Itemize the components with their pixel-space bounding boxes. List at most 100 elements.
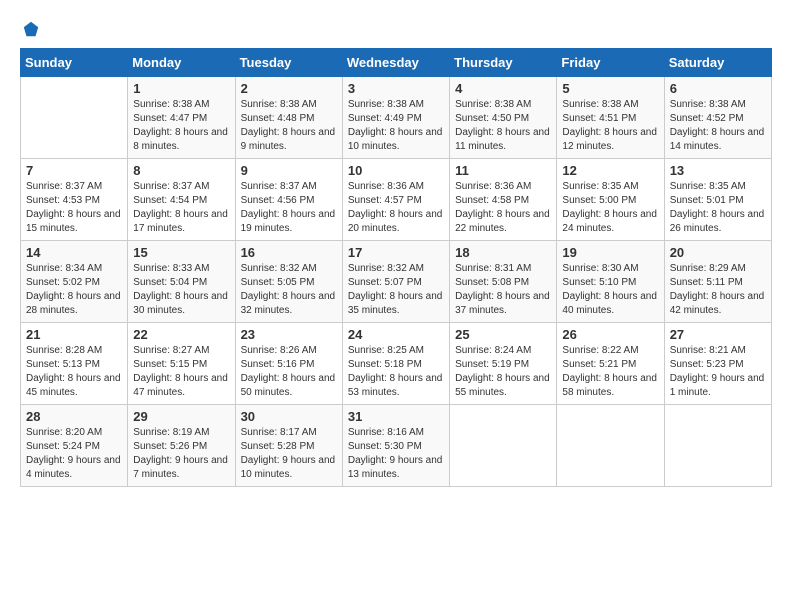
- day-info: Sunrise: 8:32 AMSunset: 5:05 PMDaylight:…: [241, 262, 337, 318]
- calendar-cell: 20 Sunrise: 8:29 AMSunset: 5:11 PMDayligh…: [664, 241, 771, 323]
- calendar-cell: 8 Sunrise: 8:37 AMSunset: 4:54 PMDaylight…: [128, 159, 235, 241]
- calendar-cell: 19 Sunrise: 8:30 AMSunset: 5:10 PMDayligh…: [557, 241, 664, 323]
- day-number: 26: [562, 327, 658, 342]
- day-info: Sunrise: 8:19 AMSunset: 5:26 PMDaylight:…: [133, 426, 229, 482]
- day-info: Sunrise: 8:37 AMSunset: 4:54 PMDaylight:…: [133, 180, 229, 236]
- day-number: 31: [348, 409, 444, 424]
- day-info: Sunrise: 8:37 AMSunset: 4:53 PMDaylight:…: [26, 180, 122, 236]
- calendar-cell: 24 Sunrise: 8:25 AMSunset: 5:18 PMDayligh…: [342, 323, 449, 405]
- day-header-friday: Friday: [557, 49, 664, 77]
- day-number: 7: [26, 163, 122, 178]
- day-number: 16: [241, 245, 337, 260]
- day-info: Sunrise: 8:31 AMSunset: 5:08 PMDaylight:…: [455, 262, 551, 318]
- day-number: 19: [562, 245, 658, 260]
- day-number: 23: [241, 327, 337, 342]
- day-number: 25: [455, 327, 551, 342]
- calendar-cell: 3Sunrise: 8:38 AMSunset: 4:49 PMDaylight…: [342, 77, 449, 159]
- day-header-wednesday: Wednesday: [342, 49, 449, 77]
- day-info: Sunrise: 8:37 AMSunset: 4:56 PMDaylight:…: [241, 180, 337, 236]
- calendar-cell: [450, 405, 557, 487]
- day-info: Sunrise: 8:22 AMSunset: 5:21 PMDaylight:…: [562, 344, 658, 400]
- day-number: 17: [348, 245, 444, 260]
- day-header-sunday: Sunday: [21, 49, 128, 77]
- day-header-saturday: Saturday: [664, 49, 771, 77]
- day-header-tuesday: Tuesday: [235, 49, 342, 77]
- day-info: Sunrise: 8:21 AMSunset: 5:23 PMDaylight:…: [670, 344, 766, 400]
- day-info: Sunrise: 8:20 AMSunset: 5:24 PMDaylight:…: [26, 426, 122, 482]
- day-info: Sunrise: 8:28 AMSunset: 5:13 PMDaylight:…: [26, 344, 122, 400]
- calendar-cell: 5 Sunrise: 8:38 AMSunset: 4:51 PMDaylight…: [557, 77, 664, 159]
- day-number: 22: [133, 327, 229, 342]
- day-info: Sunrise: 8:24 AMSunset: 5:19 PMDaylight:…: [455, 344, 551, 400]
- day-number: 18: [455, 245, 551, 260]
- day-info: Sunrise: 8:17 AMSunset: 5:28 PMDaylight:…: [241, 426, 337, 482]
- day-number: 27: [670, 327, 766, 342]
- calendar-cell: 25 Sunrise: 8:24 AMSunset: 5:19 PMDayligh…: [450, 323, 557, 405]
- calendar-cell: 4Sunrise: 8:38 AMSunset: 4:50 PMDaylight…: [450, 77, 557, 159]
- calendar-cell: 18 Sunrise: 8:31 AMSunset: 5:08 PMDayligh…: [450, 241, 557, 323]
- day-info: Sunrise: 8:33 AMSunset: 5:04 PMDaylight:…: [133, 262, 229, 318]
- day-number: 13: [670, 163, 766, 178]
- day-info: Sunrise: 8:25 AMSunset: 5:18 PMDaylight:…: [348, 344, 444, 400]
- calendar-cell: 29Sunrise: 8:19 AMSunset: 5:26 PMDayligh…: [128, 405, 235, 487]
- day-number: 14: [26, 245, 122, 260]
- day-number: 11: [455, 163, 551, 178]
- calendar-cell: 31 Sunrise: 8:16 AMSunset: 5:30 PMDayligh…: [342, 405, 449, 487]
- calendar-cell: 22 Sunrise: 8:27 AMSunset: 5:15 PMDayligh…: [128, 323, 235, 405]
- day-number: 3: [348, 81, 444, 96]
- day-info: Sunrise: 8:27 AMSunset: 5:15 PMDaylight:…: [133, 344, 229, 400]
- calendar-table: SundayMondayTuesdayWednesdayThursdayFrid…: [20, 48, 772, 487]
- calendar-cell: 1 Sunrise: 8:38 AMSunset: 4:47 PMDaylight…: [128, 77, 235, 159]
- calendar-cell: 23 Sunrise: 8:26 AMSunset: 5:16 PMDayligh…: [235, 323, 342, 405]
- calendar-cell: 9 Sunrise: 8:37 AMSunset: 4:56 PMDaylight…: [235, 159, 342, 241]
- page-header: [20, 20, 772, 38]
- calendar-cell: 6 Sunrise: 8:38 AMSunset: 4:52 PMDaylight…: [664, 77, 771, 159]
- day-number: 1: [133, 81, 229, 96]
- day-info: Sunrise: 8:16 AMSunset: 5:30 PMDaylight:…: [348, 426, 444, 482]
- day-number: 8: [133, 163, 229, 178]
- day-info: Sunrise: 8:30 AMSunset: 5:10 PMDaylight:…: [562, 262, 658, 318]
- day-info: Sunrise: 8:38 AMSunset: 4:51 PMDaylight:…: [562, 98, 658, 154]
- calendar-cell: 14 Sunrise: 8:34 AMSunset: 5:02 PMDayligh…: [21, 241, 128, 323]
- day-header-thursday: Thursday: [450, 49, 557, 77]
- day-info: Sunrise: 8:36 AMSunset: 4:57 PMDaylight:…: [348, 180, 444, 236]
- day-info: Sunrise: 8:35 AMSunset: 5:01 PMDaylight:…: [670, 180, 766, 236]
- calendar-cell: 27 Sunrise: 8:21 AMSunset: 5:23 PMDayligh…: [664, 323, 771, 405]
- day-number: 9: [241, 163, 337, 178]
- calendar-cell: [557, 405, 664, 487]
- day-number: 10: [348, 163, 444, 178]
- calendar-cell: 11 Sunrise: 8:36 AMSunset: 4:58 PMDayligh…: [450, 159, 557, 241]
- calendar-cell: 28 Sunrise: 8:20 AMSunset: 5:24 PMDayligh…: [21, 405, 128, 487]
- calendar-cell: 16 Sunrise: 8:32 AMSunset: 5:05 PMDayligh…: [235, 241, 342, 323]
- day-info: Sunrise: 8:32 AMSunset: 5:07 PMDaylight:…: [348, 262, 444, 318]
- day-info: Sunrise: 8:34 AMSunset: 5:02 PMDaylight:…: [26, 262, 122, 318]
- day-number: 6: [670, 81, 766, 96]
- day-number: 12: [562, 163, 658, 178]
- calendar-cell: [664, 405, 771, 487]
- logo: [20, 20, 42, 38]
- day-number: 20: [670, 245, 766, 260]
- day-info: Sunrise: 8:38 AMSunset: 4:52 PMDaylight:…: [670, 98, 766, 154]
- calendar-cell: [21, 77, 128, 159]
- calendar-cell: 21 Sunrise: 8:28 AMSunset: 5:13 PMDayligh…: [21, 323, 128, 405]
- calendar-cell: 10 Sunrise: 8:36 AMSunset: 4:57 PMDayligh…: [342, 159, 449, 241]
- day-info: Sunrise: 8:38 AMSunset: 4:50 PMDaylight:…: [455, 98, 551, 154]
- day-number: 5: [562, 81, 658, 96]
- day-number: 21: [26, 327, 122, 342]
- day-number: 30: [241, 409, 337, 424]
- day-number: 28: [26, 409, 122, 424]
- calendar-cell: 12 Sunrise: 8:35 AMSunset: 5:00 PMDayligh…: [557, 159, 664, 241]
- day-info: Sunrise: 8:26 AMSunset: 5:16 PMDaylight:…: [241, 344, 337, 400]
- day-info: Sunrise: 8:29 AMSunset: 5:11 PMDaylight:…: [670, 262, 766, 318]
- day-info: Sunrise: 8:36 AMSunset: 4:58 PMDaylight:…: [455, 180, 551, 236]
- calendar-cell: 13 Sunrise: 8:35 AMSunset: 5:01 PMDayligh…: [664, 159, 771, 241]
- calendar-cell: 30 Sunrise: 8:17 AMSunset: 5:28 PMDayligh…: [235, 405, 342, 487]
- day-number: 24: [348, 327, 444, 342]
- day-info: Sunrise: 8:38 AMSunset: 4:47 PMDaylight:…: [133, 98, 229, 154]
- logo-icon: [22, 20, 40, 38]
- calendar-cell: 15 Sunrise: 8:33 AMSunset: 5:04 PMDayligh…: [128, 241, 235, 323]
- day-info: Sunrise: 8:35 AMSunset: 5:00 PMDaylight:…: [562, 180, 658, 236]
- calendar-cell: 17 Sunrise: 8:32 AMSunset: 5:07 PMDayligh…: [342, 241, 449, 323]
- day-number: 15: [133, 245, 229, 260]
- calendar-cell: 7 Sunrise: 8:37 AMSunset: 4:53 PMDaylight…: [21, 159, 128, 241]
